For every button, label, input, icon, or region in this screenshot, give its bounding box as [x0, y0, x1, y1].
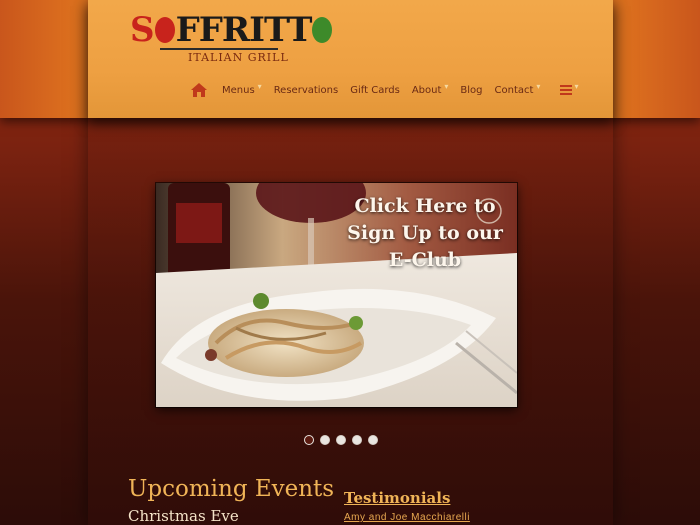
hero-slider[interactable]: Click Here to Sign Up to our E-Club [156, 183, 517, 407]
nav-item-menus[interactable]: Menus ▾ [222, 81, 262, 96]
logo-subtitle: ITALIAN GRILL [188, 51, 289, 64]
hero-caption-line-2: Sign Up to our [347, 222, 503, 244]
slider-dot-2[interactable] [320, 435, 330, 445]
slider-pagination [304, 435, 384, 445]
chevron-down-icon: ▾ [257, 81, 262, 91]
nav-item-gift-cards[interactable]: Gift Cards [350, 85, 400, 96]
nav-item-menus-label: Menus [222, 84, 255, 96]
hero-caption[interactable]: Click Here to Sign Up to our E-Club [345, 193, 505, 274]
testimonial-author-link[interactable]: Amy and Joe Macchiarelli [344, 512, 470, 523]
slider-dot-3[interactable] [336, 435, 346, 445]
home-icon[interactable] [190, 82, 208, 98]
hamburger-menu-icon[interactable] [560, 85, 573, 95]
nav-item-blog-label: Blog [460, 84, 483, 96]
site-logo[interactable]: S FFRITT ITALIAN GRILL [130, 10, 333, 70]
slider-dot-1[interactable] [304, 435, 314, 445]
event-title[interactable]: Christmas Eve [128, 507, 239, 525]
logo-underline [160, 48, 278, 50]
testimonials-heading[interactable]: Testimonials [344, 489, 450, 507]
chevron-down-icon: ▾ [536, 81, 541, 91]
nav-item-blog[interactable]: Blog [460, 85, 482, 96]
nav-item-contact[interactable]: Contact ▾ [494, 81, 541, 96]
hero-caption-line-1: Click Here to [354, 195, 496, 217]
hero-caption-line-3: E-Club [388, 249, 462, 271]
nav-item-about[interactable]: About ▾ [411, 81, 449, 96]
nav-item-gift-cards-label: Gift Cards [350, 84, 400, 96]
chevron-down-icon: ▾ [444, 81, 449, 91]
chevron-down-icon: ▾ [574, 81, 579, 91]
nav-item-about-label: About [411, 84, 442, 96]
nav-item-reservations-label: Reservations [273, 84, 339, 96]
nav-item-reservations[interactable]: Reservations [274, 85, 339, 96]
slider-dot-4[interactable] [352, 435, 362, 445]
nav-item-contact-label: Contact [494, 84, 534, 96]
slider-dot-5[interactable] [368, 435, 378, 445]
logo-wordmark: S FFRITT [130, 10, 333, 50]
upcoming-events-heading: Upcoming Events [128, 476, 335, 502]
main-navigation: Menus ▾ Reservations Gift Cards About ▾ … [190, 80, 578, 100]
